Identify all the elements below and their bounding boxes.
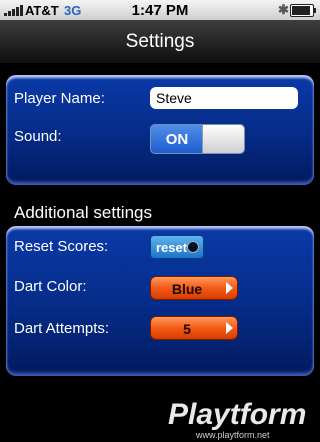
sound-toggle[interactable]: ON	[150, 124, 245, 154]
player-name-input[interactable]	[150, 87, 298, 109]
dart-color-label: Dart Color:	[14, 278, 87, 295]
reset-button-label: reset	[156, 240, 188, 255]
navigation-bar: Settings	[0, 20, 320, 64]
dart-color-selector[interactable]: Blue	[150, 276, 238, 300]
sound-toggle-state: ON	[165, 131, 189, 148]
chevron-right-icon	[226, 322, 233, 334]
dart-attempts-value: 5	[183, 321, 191, 337]
status-time: 1:47 PM	[131, 2, 189, 19]
page-title: Settings	[125, 31, 195, 52]
watermark-url: www.playtform.net	[196, 430, 270, 440]
dart-color-value: Blue	[171, 281, 203, 297]
additional-settings-title: Additional settings	[14, 203, 152, 222]
reset-scores-label: Reset Scores:	[14, 238, 109, 255]
dart-attempts-label: Dart Attempts:	[14, 320, 110, 337]
dart-attempts-selector[interactable]: 5	[150, 316, 238, 340]
watermark-logo: Playtform	[168, 398, 307, 431]
bluetooth-icon: ✱	[278, 2, 289, 17]
sound-toggle-knob[interactable]	[202, 125, 244, 153]
player-name-label: Player Name:	[14, 90, 105, 107]
chevron-right-icon	[226, 282, 233, 294]
battery-icon	[290, 4, 316, 17]
reset-knob-icon	[187, 241, 199, 253]
status-bar: AT&T 3G 1:47 PM ✱	[0, 0, 320, 20]
reset-scores-button[interactable]: reset	[150, 235, 204, 259]
sound-label: Sound:	[14, 128, 62, 145]
